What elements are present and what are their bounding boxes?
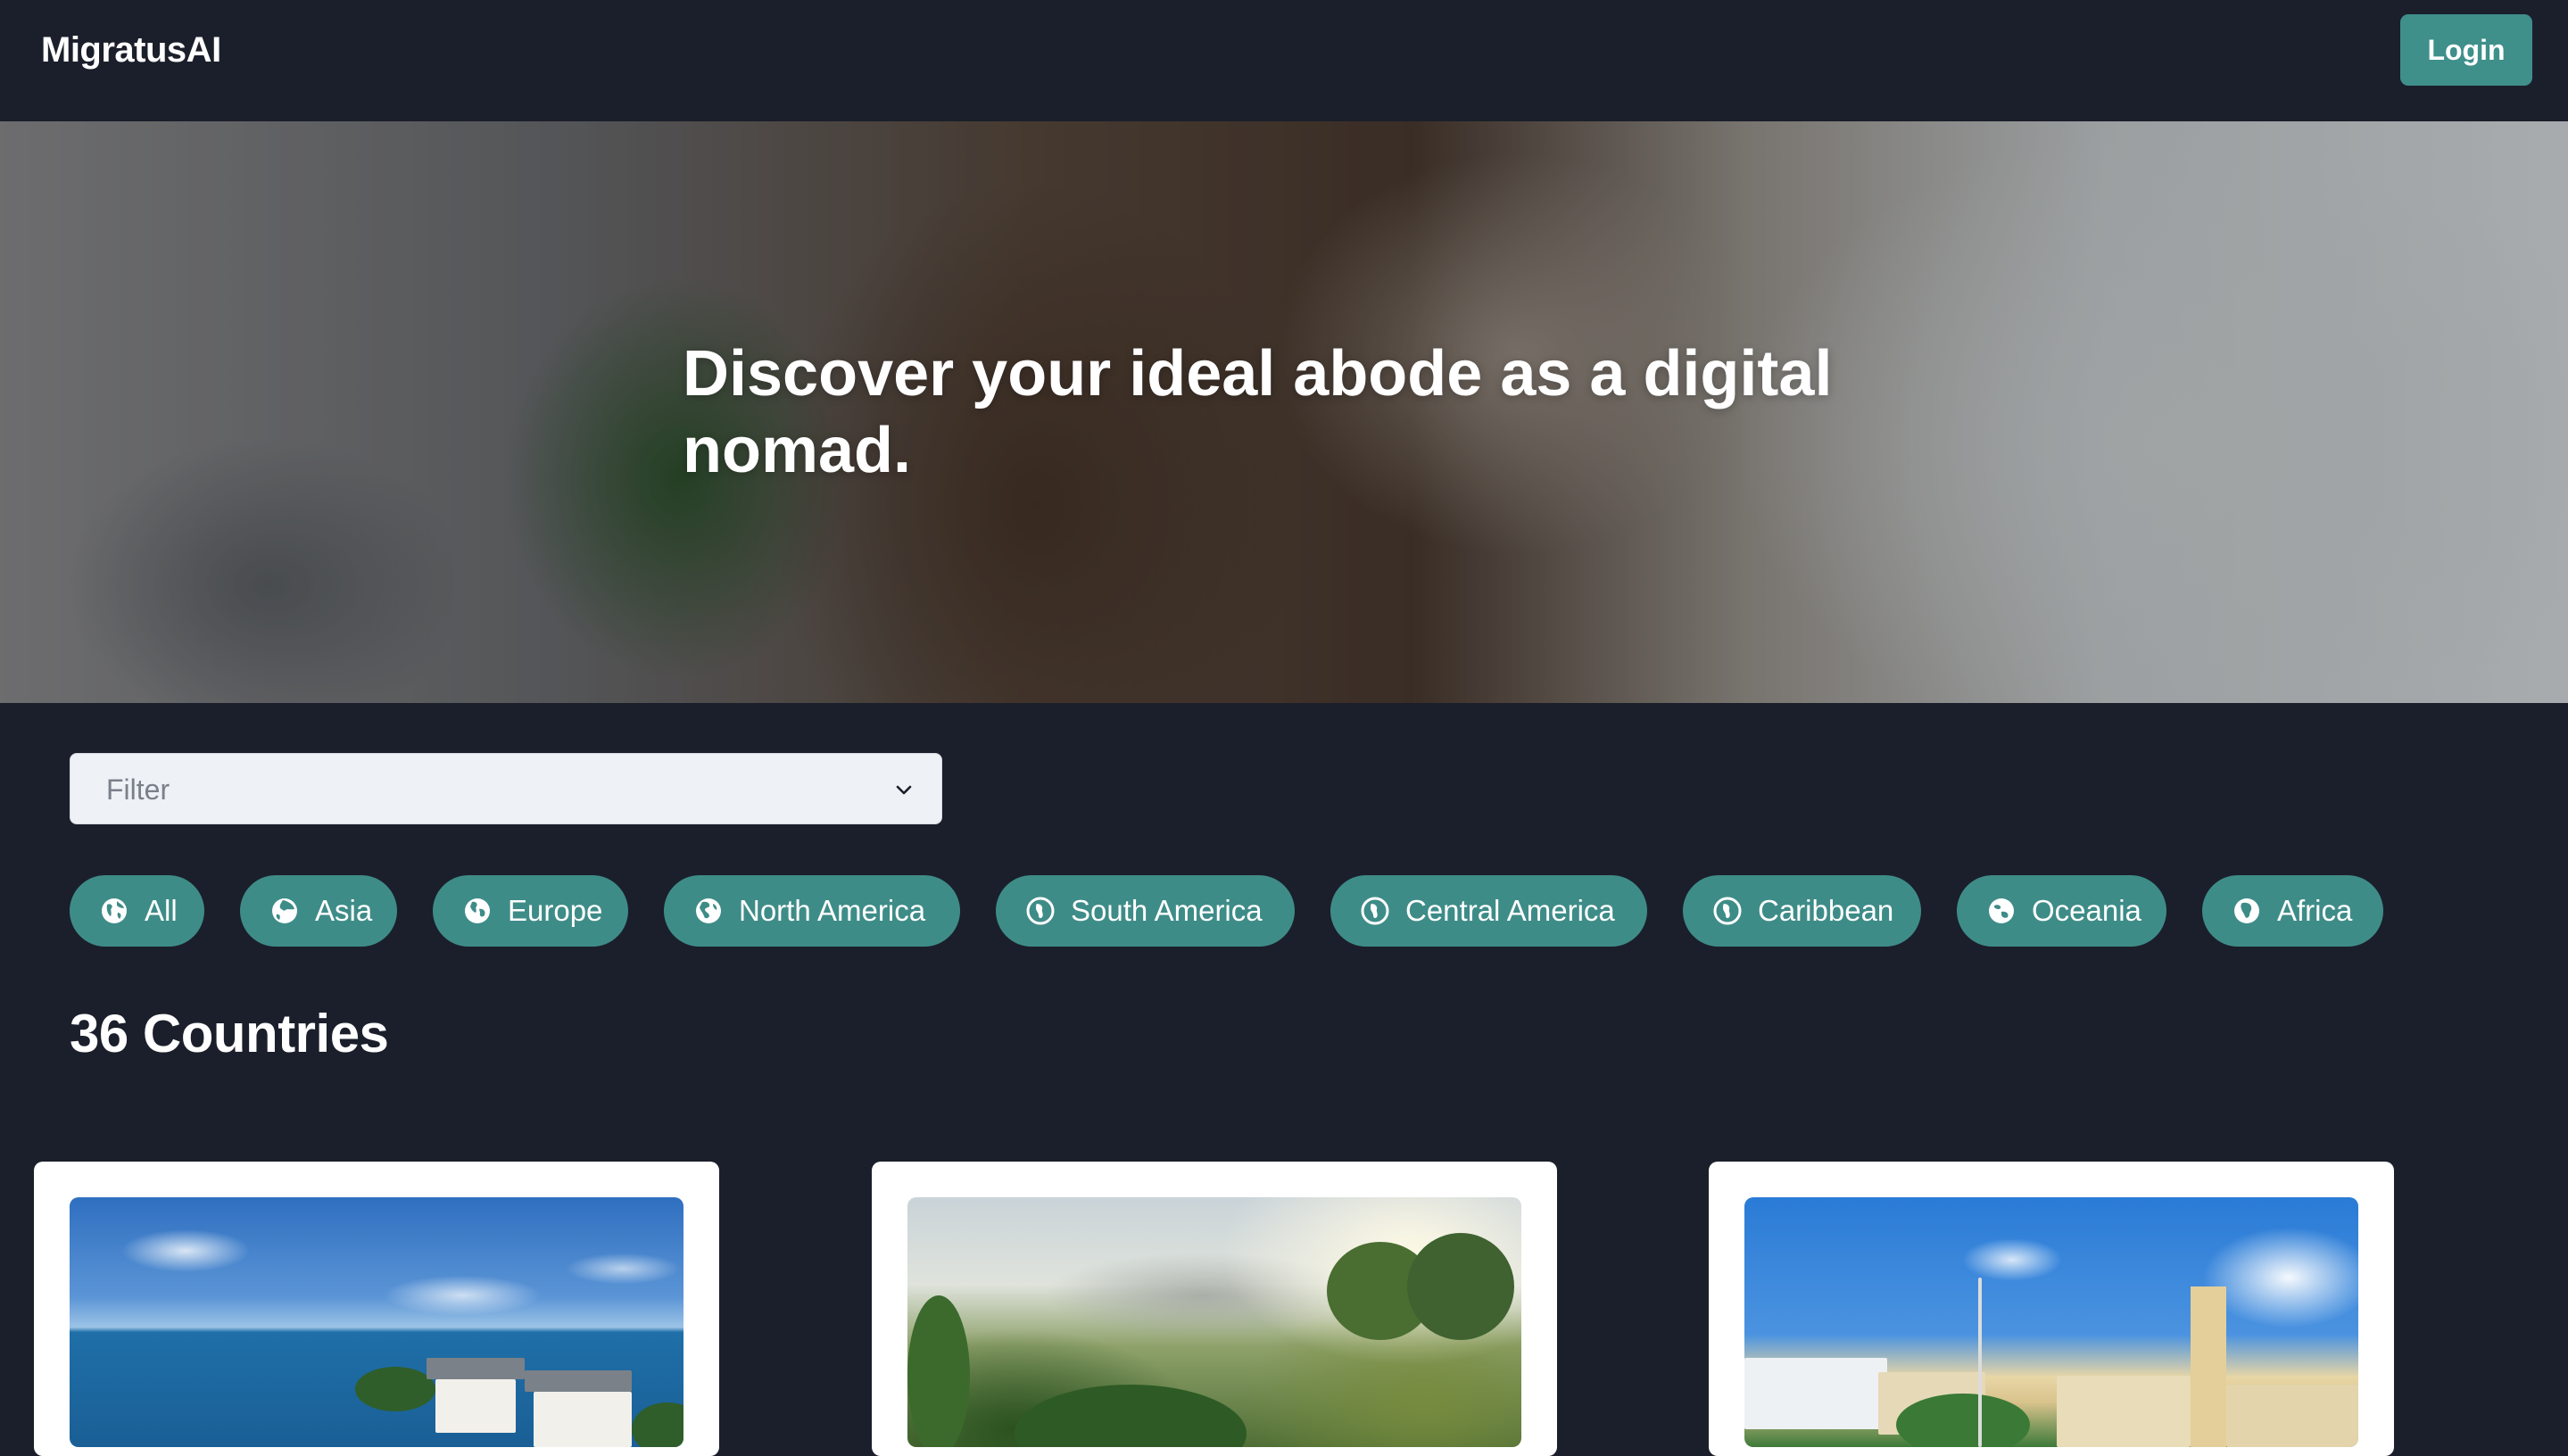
image-detail — [525, 1370, 632, 1392]
country-card-image — [1744, 1197, 2358, 1447]
brand-logo[interactable]: MigratusAI — [41, 30, 221, 70]
globe-americas-icon — [1026, 897, 1055, 925]
globe-americas-icon — [696, 898, 721, 923]
globe-asia-icon — [272, 898, 297, 923]
image-detail — [2226, 1385, 2358, 1447]
region-chip-label: South America — [1071, 894, 1263, 927]
region-chip-label: North America — [739, 894, 926, 927]
region-chip-label: Africa — [2277, 894, 2353, 927]
image-detail — [1978, 1278, 1982, 1447]
region-chip-oceania[interactable]: Oceania — [1957, 875, 2166, 947]
image-detail — [1896, 1394, 2030, 1447]
image-detail — [534, 1392, 632, 1447]
region-chip-central-america[interactable]: Central America — [1330, 875, 1647, 947]
results-count: 36 Countries — [70, 1004, 389, 1063]
country-card[interactable] — [34, 1162, 719, 1456]
region-chip-africa[interactable]: Africa — [2202, 875, 2383, 947]
filter-placeholder: Filter — [106, 774, 170, 806]
region-chip-label: Caribbean — [1758, 894, 1894, 927]
region-chip-caribbean[interactable]: Caribbean — [1683, 875, 1921, 947]
image-detail — [2057, 1376, 2191, 1447]
image-detail — [355, 1367, 435, 1411]
image-detail — [427, 1358, 525, 1379]
region-chip-north-america[interactable]: North America — [664, 875, 960, 947]
country-card[interactable] — [1709, 1162, 2394, 1456]
chevron-down-icon — [896, 785, 912, 795]
image-detail — [632, 1402, 683, 1447]
image-detail — [1015, 1385, 1247, 1447]
region-chip-asia[interactable]: Asia — [240, 875, 397, 947]
globe-americas-icon — [1361, 897, 1389, 925]
globe-africa-icon — [2234, 898, 2259, 923]
region-chip-europe[interactable]: Europe — [433, 875, 628, 947]
country-card[interactable] — [872, 1162, 1557, 1456]
region-chip-label: Asia — [315, 894, 373, 927]
globe-icon — [102, 898, 127, 923]
region-chip-label: All — [145, 894, 178, 927]
country-card-image — [907, 1197, 1521, 1447]
image-detail — [2191, 1286, 2226, 1447]
image-detail — [907, 1295, 970, 1447]
top-navbar: MigratusAI Login — [0, 0, 2568, 121]
region-chip-label: Oceania — [2032, 894, 2141, 927]
globe-americas-icon — [1713, 897, 1742, 925]
image-detail — [1407, 1233, 1514, 1340]
region-chip-label: Europe — [508, 894, 603, 927]
filter-dropdown[interactable]: Filter — [70, 753, 942, 824]
region-chip-label: Central America — [1405, 894, 1615, 927]
globe-europe-icon — [465, 898, 490, 923]
image-detail — [435, 1379, 516, 1433]
image-detail — [1744, 1358, 1887, 1429]
region-chip-all[interactable]: All — [70, 875, 204, 947]
hero-title: Discover your ideal abode as a digital n… — [683, 338, 1833, 486]
hero-banner: Discover your ideal abode as a digital n… — [0, 121, 2568, 703]
login-button[interactable]: Login — [2400, 14, 2532, 86]
region-chip-south-america[interactable]: South America — [996, 875, 1295, 947]
country-card-image — [70, 1197, 683, 1447]
globe-oceania-icon — [1989, 898, 2014, 923]
